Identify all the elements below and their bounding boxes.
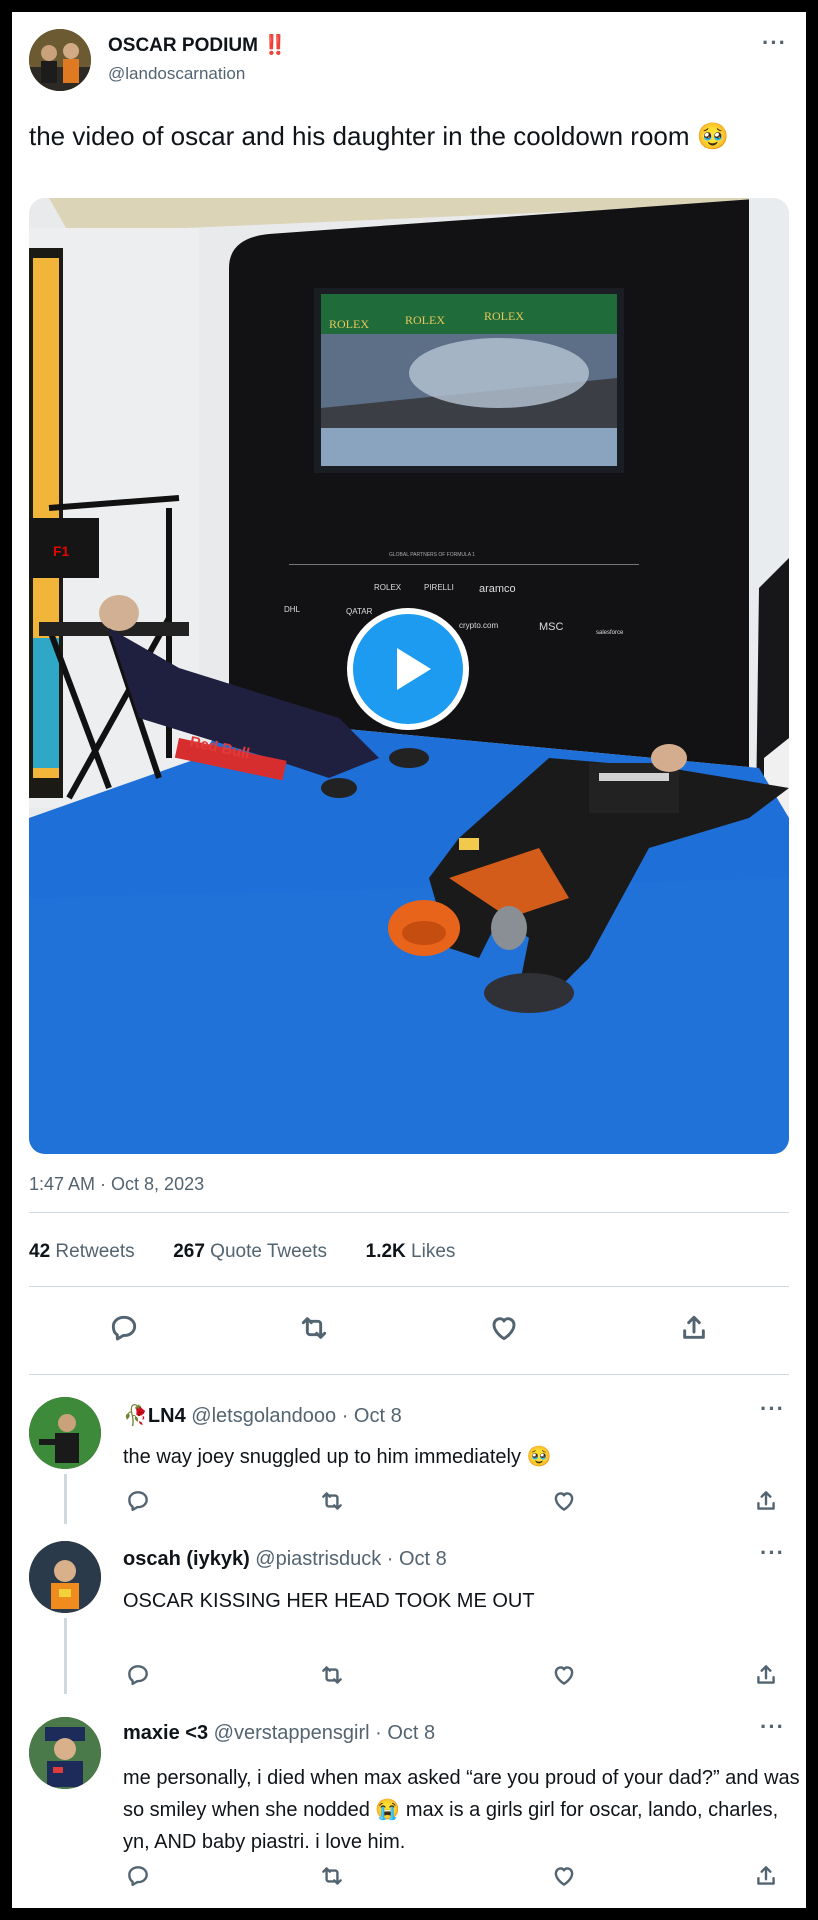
reply-date[interactable]: · Oct 8	[387, 1548, 447, 1570]
more-icon[interactable]: ···	[760, 1540, 785, 1566]
reply-header: oscah (iykyk) @piastrisduck · Oct 8	[123, 1548, 447, 1571]
like-icon[interactable]	[551, 1662, 577, 1693]
tweet-stats: 42 Retweets 267 Quote Tweets 1.2K Likes	[29, 1241, 455, 1263]
reply-handle[interactable]: @letsgolandooo	[191, 1405, 336, 1427]
reply-action-bar	[12, 1488, 806, 1516]
share-icon[interactable]	[753, 1662, 779, 1693]
reply-text: OSCAR KISSING HER HEAD TOOK ME OUT	[123, 1590, 535, 1612]
retweet-icon[interactable]	[319, 1662, 345, 1693]
sponsor-logo: aramco	[479, 583, 516, 595]
tweet-text: the video of oscar and his daughter in t…	[29, 121, 730, 151]
reply-name[interactable]: maxie <3	[123, 1722, 208, 1744]
quotes-stat[interactable]: 267 Quote Tweets	[173, 1241, 327, 1262]
reply-handle[interactable]: @verstappensgirl	[214, 1722, 370, 1744]
more-icon[interactable]: ···	[760, 1396, 785, 1422]
retweet-icon[interactable]	[298, 1312, 330, 1349]
reply-handle[interactable]: @piastrisduck	[255, 1548, 381, 1570]
reply-tweet[interactable]: 🥀LN4 @letsgolandooo · Oct 8 ··· the way …	[12, 1374, 806, 1524]
reply-name-emoji: 🥀	[123, 1405, 148, 1427]
share-icon[interactable]	[753, 1863, 779, 1894]
play-icon[interactable]	[347, 608, 469, 730]
sponsor-logo: ROLEX	[374, 583, 402, 592]
reply-icon[interactable]	[125, 1662, 151, 1693]
retweet-icon[interactable]	[319, 1863, 345, 1894]
screen-banner: ROLEX	[484, 309, 524, 323]
author-name-row[interactable]: OSCAR PODIUM ‼️	[108, 33, 287, 57]
reply-tweet[interactable]: oscah (iykyk) @piastrisduck · Oct 8 ··· …	[12, 1522, 806, 1694]
reply-tweet[interactable]: maxie <3 @verstappensgirl · Oct 8 ··· me…	[12, 1698, 806, 1898]
author-emoji: ‼️	[263, 35, 287, 56]
divider	[29, 1212, 789, 1213]
main-action-bar	[12, 1312, 806, 1348]
reply-icon[interactable]	[125, 1488, 151, 1519]
reply-text: me personally, i died when max asked “ar…	[123, 1767, 800, 1853]
reply-avatar[interactable]	[29, 1541, 101, 1613]
author-avatar[interactable]	[29, 29, 91, 91]
reply-action-bar	[12, 1863, 806, 1891]
likes-stat[interactable]: 1.2K Likes	[366, 1241, 456, 1262]
reply-name[interactable]: oscah (iykyk)	[123, 1548, 250, 1570]
tweet-page: OSCAR PODIUM ‼️ @landoscarnation ··· the…	[12, 12, 806, 1908]
tweet-timestamp[interactable]: 1:47 AM · Oct 8, 2023	[29, 1174, 204, 1195]
sponsor-logo: MSC	[539, 621, 564, 633]
like-icon[interactable]	[488, 1312, 520, 1349]
share-icon[interactable]	[678, 1312, 710, 1349]
retweet-icon[interactable]	[319, 1488, 345, 1519]
reply-avatar[interactable]	[29, 1717, 101, 1789]
sponsor-logo: PIRELLI	[424, 583, 454, 592]
partner-heading: GLOBAL PARTNERS OF FORMULA 1	[389, 552, 475, 558]
divider	[29, 1286, 789, 1287]
reply-text: the way joey snuggled up to him immediat…	[123, 1446, 552, 1468]
tweet-video[interactable]: ROLEX ROLEX ROLEX GLOBAL PARTNERS OF FOR…	[29, 198, 789, 1154]
retweets-stat[interactable]: 42 Retweets	[29, 1241, 135, 1262]
reply-date[interactable]: · Oct 8	[375, 1722, 435, 1744]
reply-action-bar	[12, 1662, 806, 1690]
screen-banner: ROLEX	[405, 313, 445, 327]
sponsor-logo: salesforce	[596, 630, 624, 636]
share-icon[interactable]	[753, 1488, 779, 1519]
reply-header: maxie <3 @verstappensgirl · Oct 8	[123, 1722, 435, 1745]
reply-header: 🥀LN4 @letsgolandooo · Oct 8	[123, 1403, 402, 1428]
screen-banner: ROLEX	[329, 317, 369, 331]
more-icon[interactable]: ···	[762, 30, 787, 56]
reply-date[interactable]: · Oct 8	[342, 1405, 402, 1427]
reply-icon[interactable]	[125, 1863, 151, 1894]
sponsor-logo: DHL	[284, 605, 301, 614]
like-icon[interactable]	[551, 1488, 577, 1519]
reply-name[interactable]: LN4	[148, 1405, 186, 1427]
chair-text: F1	[53, 543, 70, 559]
author-handle[interactable]: @landoscarnation	[108, 64, 245, 84]
more-icon[interactable]: ···	[760, 1714, 785, 1740]
author-name: OSCAR PODIUM	[108, 35, 258, 56]
sponsor-logo: crypto.com	[459, 621, 498, 630]
reply-icon[interactable]	[108, 1312, 140, 1349]
reply-avatar[interactable]	[29, 1397, 101, 1469]
like-icon[interactable]	[551, 1863, 577, 1894]
